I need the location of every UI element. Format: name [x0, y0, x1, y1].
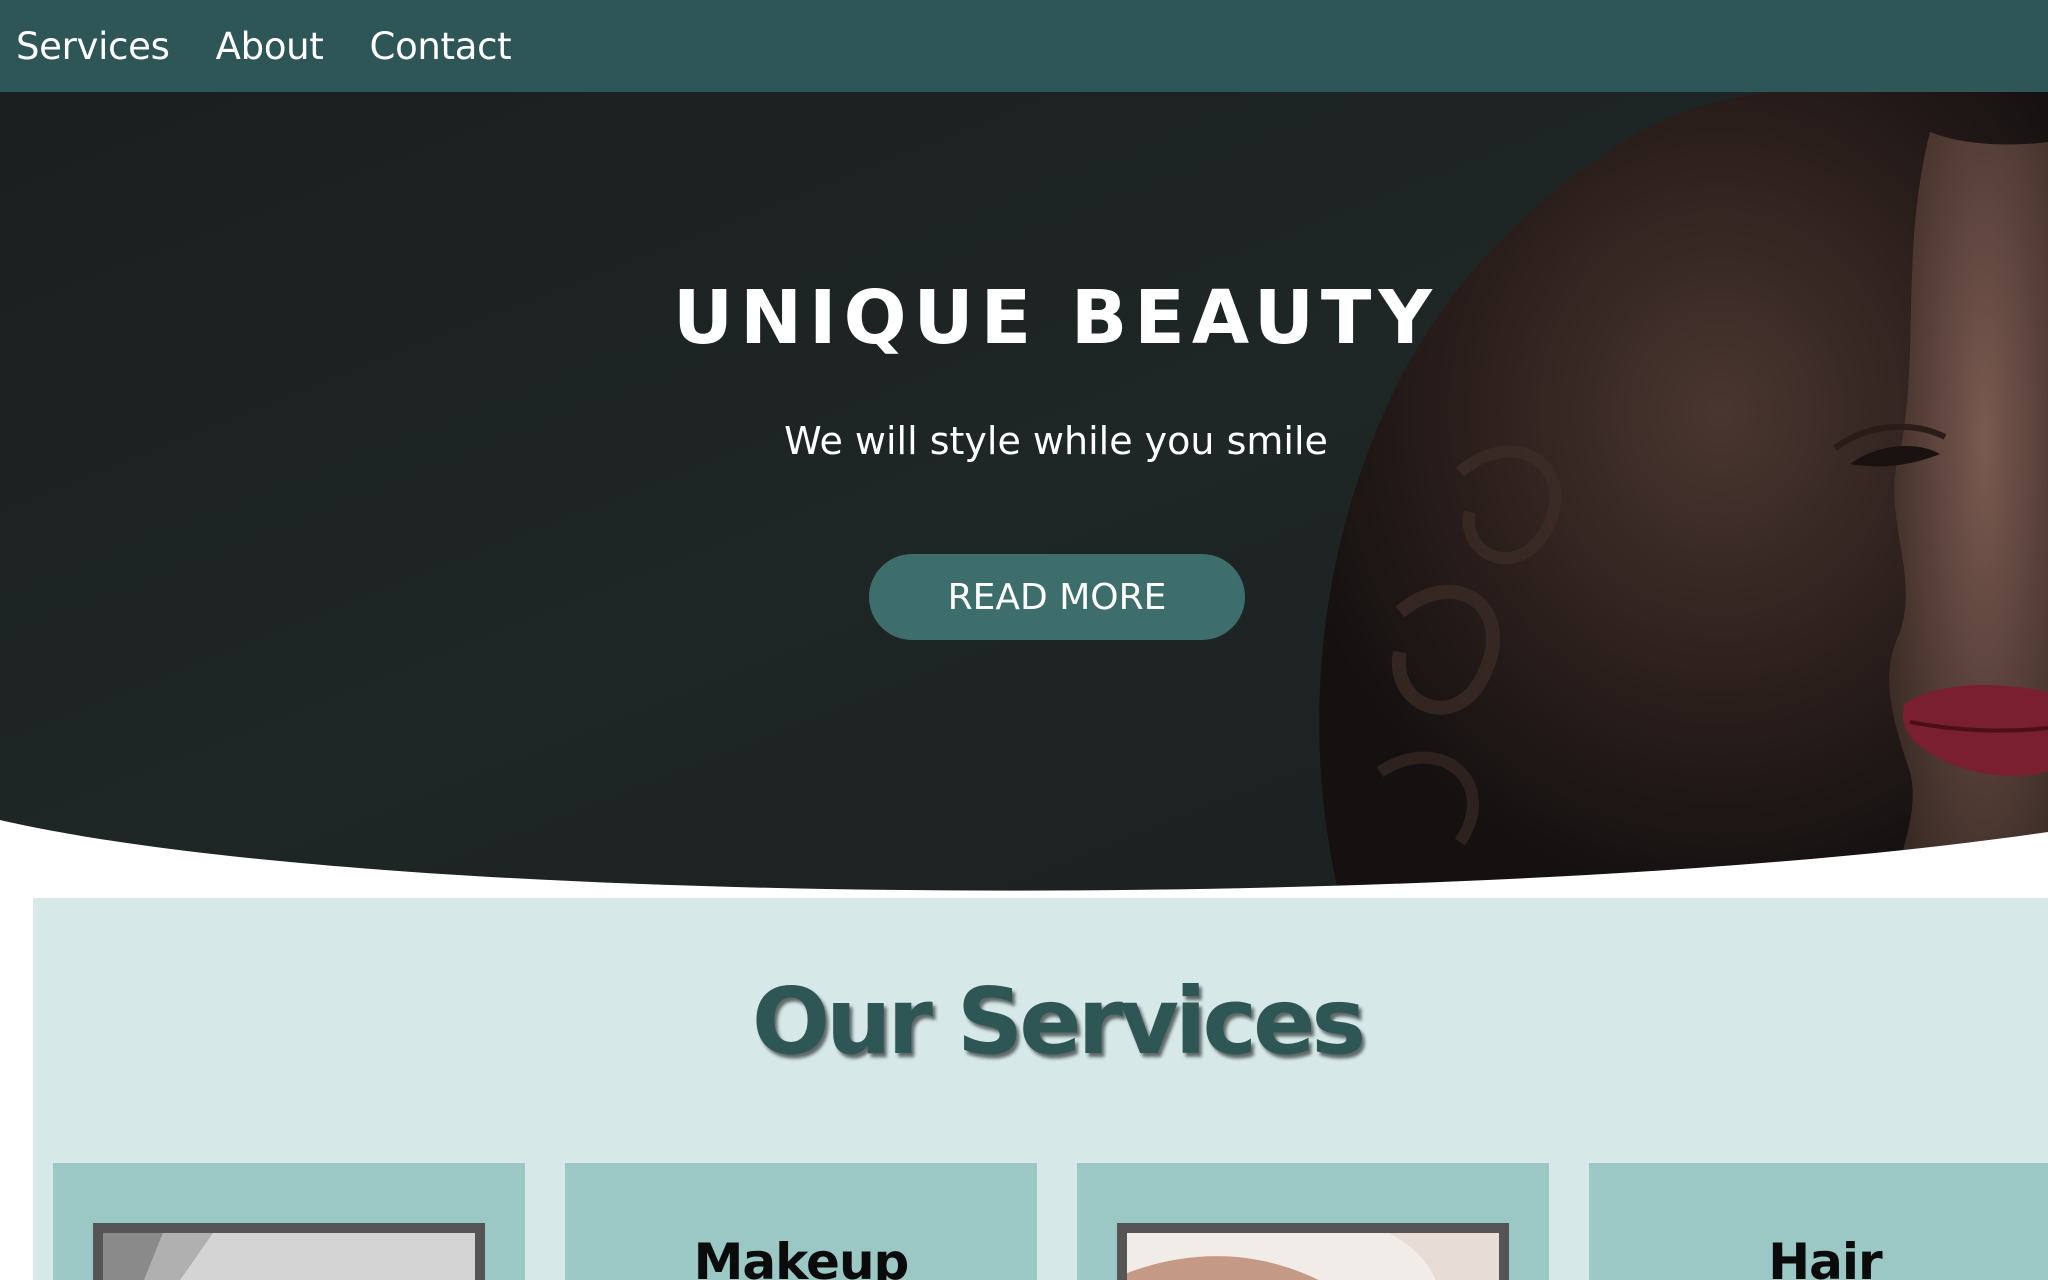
- nav-link-services[interactable]: Services: [16, 25, 170, 68]
- service-card-makeup[interactable]: Makeup: [565, 1163, 1037, 1280]
- service-card-image-frame: [1117, 1223, 1509, 1280]
- nav-link-about[interactable]: About: [216, 25, 324, 68]
- hero-subtitle: We will style while you smile: [784, 419, 1328, 463]
- service-card-image-frame: [93, 1223, 485, 1280]
- service-card-hair[interactable]: Hair: [1589, 1163, 2048, 1280]
- nav-link-contact[interactable]: Contact: [370, 25, 512, 68]
- services-heading: Our Services: [751, 968, 1366, 1075]
- read-more-button[interactable]: READ MORE: [869, 554, 1245, 640]
- top-nav: Services About Contact: [0, 0, 2048, 92]
- service-card-image: [103, 1233, 475, 1280]
- hero-banner: UNIQUE BEAUTY We will style while you sm…: [0, 92, 2048, 900]
- service-card-title: Makeup: [693, 1233, 910, 1280]
- hero-background-image: [0, 92, 2048, 900]
- hero-title: UNIQUE BEAUTY: [673, 275, 1439, 361]
- service-card-1[interactable]: [53, 1163, 525, 1280]
- services-section: Our Services Makeup Hair: [33, 898, 2048, 1280]
- service-card-title: Hair: [1768, 1233, 1882, 1280]
- service-card-3[interactable]: [1077, 1163, 1549, 1280]
- service-card-image: [1127, 1233, 1499, 1280]
